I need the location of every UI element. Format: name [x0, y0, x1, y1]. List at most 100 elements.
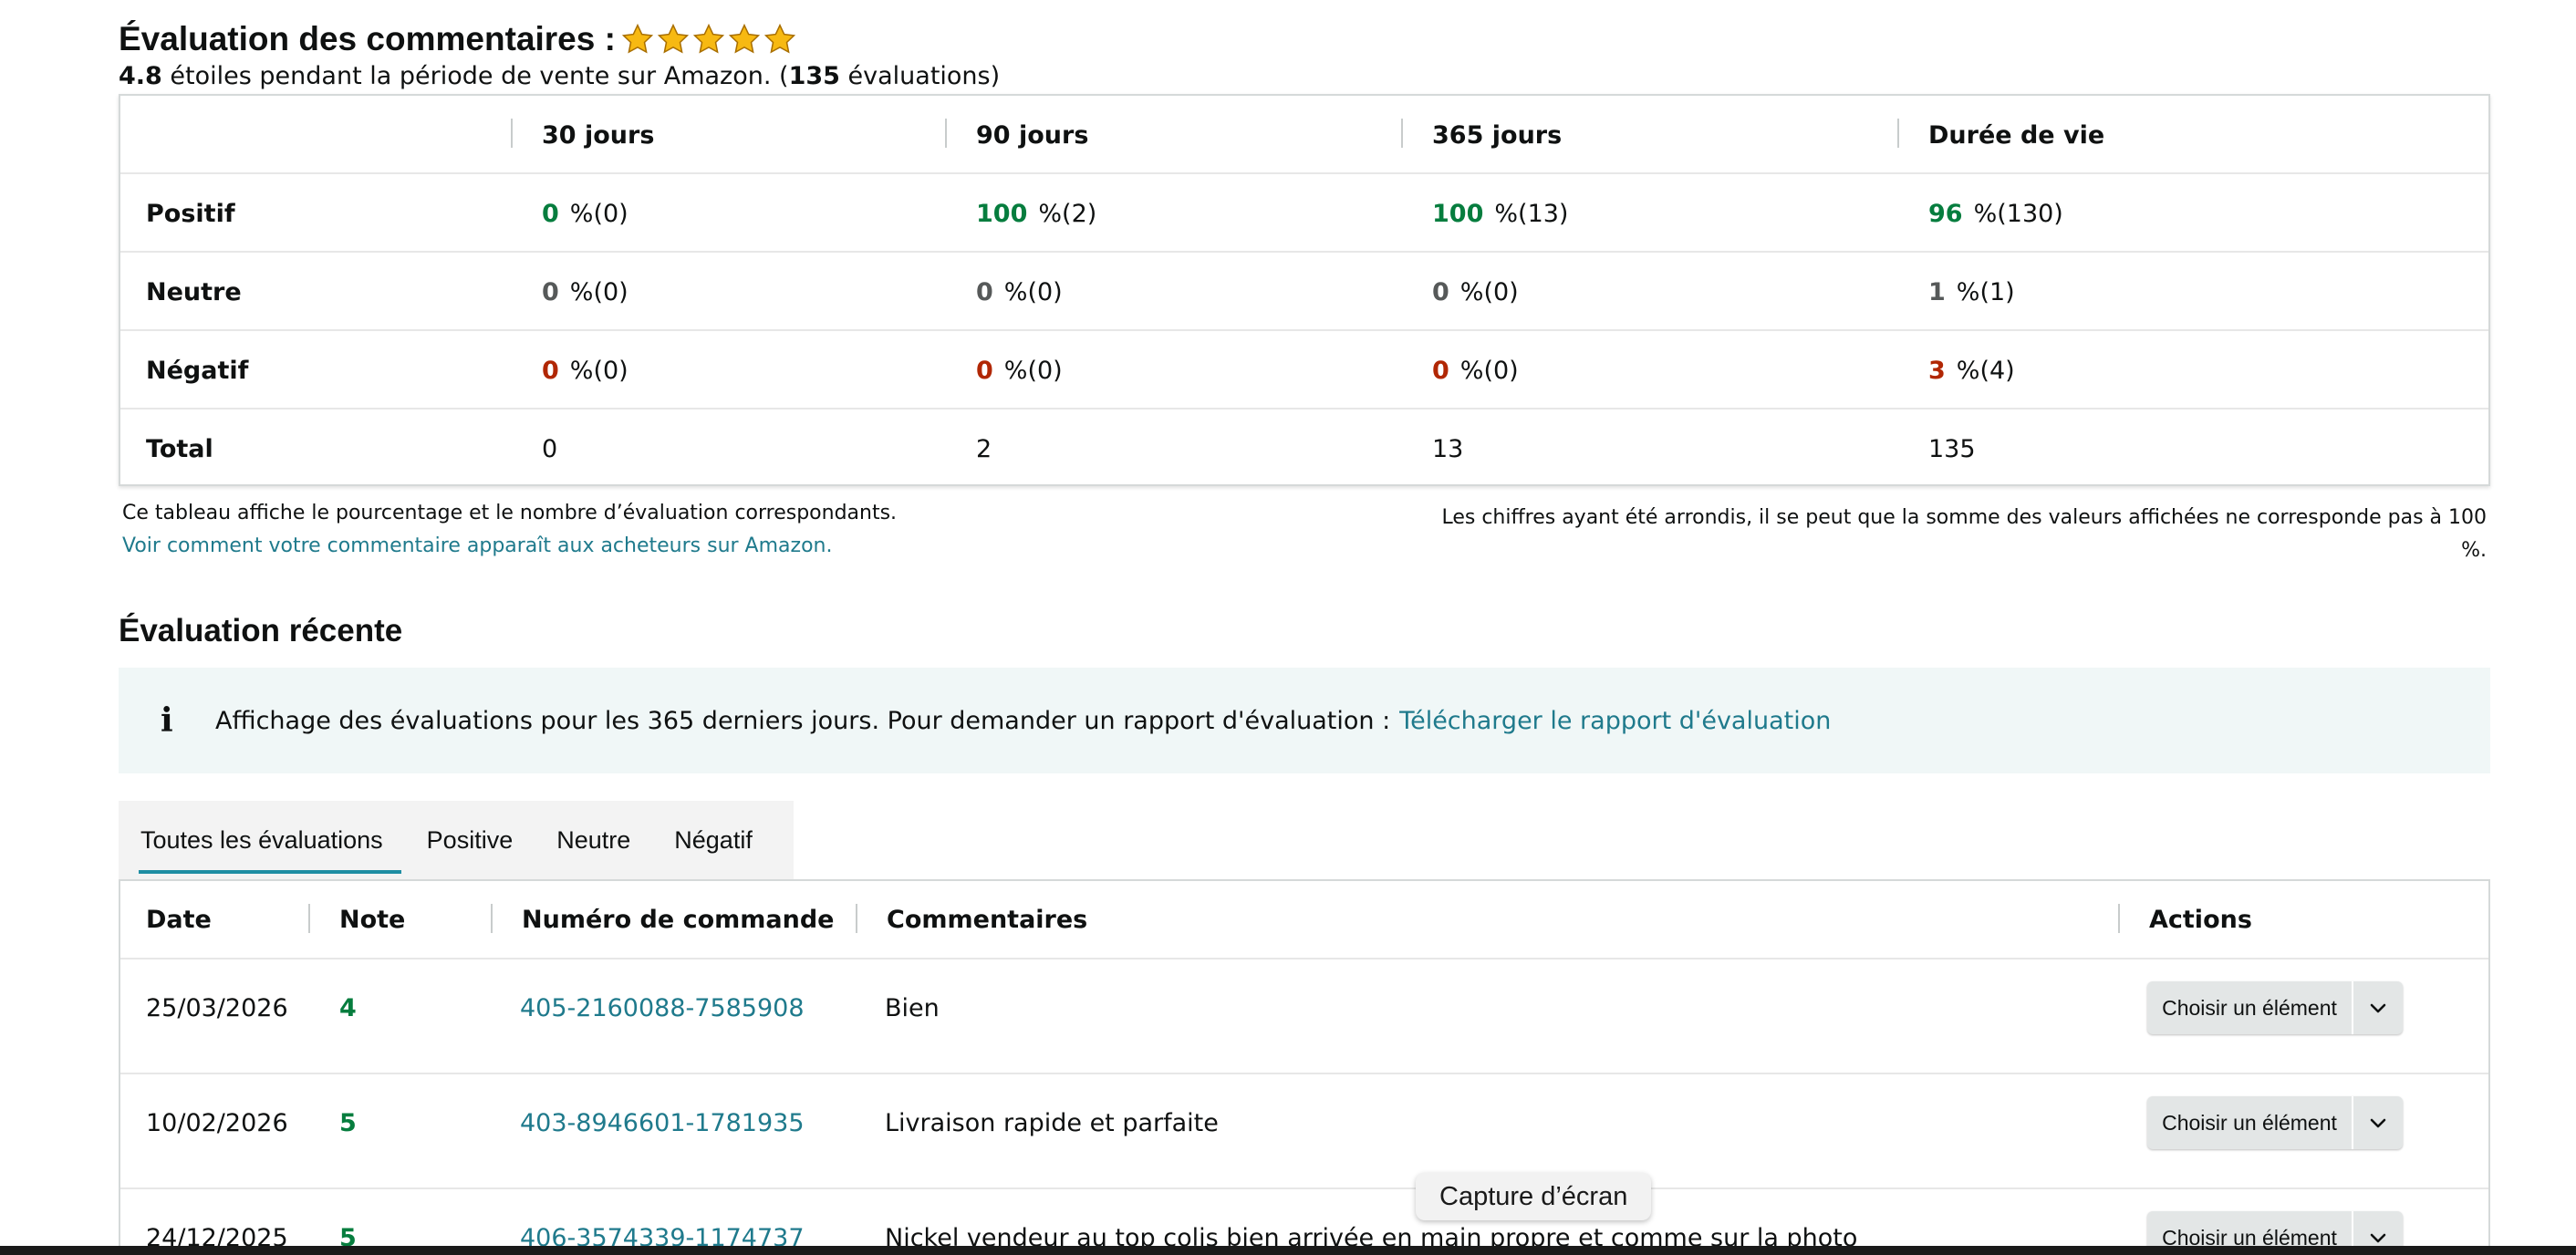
summary-percent: 100 — [1432, 199, 1484, 228]
column-divider — [1401, 119, 1403, 148]
feedback-header-row: Date Note Numéro de commande Commentaire… — [120, 881, 2488, 959]
rounding-note: Les chiffres ayant été arrondis, il se p… — [1441, 506, 2487, 562]
screenshot-tooltip: Capture d’écran — [1416, 1173, 1652, 1220]
summary-percent: 0 — [542, 199, 559, 228]
column-divider — [491, 904, 493, 933]
star-icon — [657, 23, 690, 54]
feedback-comment: Bien — [885, 993, 940, 1022]
summary-count: %(0) — [569, 356, 628, 385]
choose-action-dropdown[interactable]: Choisir un élément — [2147, 981, 2403, 1034]
feedback-summary-table: 30 jours 90 jours 365 jours Durée de vie… — [119, 94, 2490, 486]
summary-cell: 0 — [542, 434, 558, 463]
info-alert: i Affichage des évaluations pour les 365… — [119, 668, 2490, 773]
summary-row-total: Total 0 2 13 135 — [120, 410, 2488, 488]
star-icon — [692, 23, 725, 54]
recent-feedback-title: Évaluation récente — [119, 613, 403, 648]
summary-cell: 100 %(2) — [976, 174, 1096, 253]
star-icon — [728, 23, 761, 54]
column-divider — [308, 904, 310, 933]
rating-value: 4.8 — [119, 62, 162, 90]
summary-cell: 96 %(130) — [1928, 174, 2063, 253]
summary-percent: 3 — [1928, 356, 1946, 385]
summary-count: %(0) — [1459, 277, 1519, 306]
star-icon — [621, 23, 654, 54]
tab-all[interactable]: Toutes les évaluations — [119, 801, 405, 879]
order-number-link-cell: 405-2160088-7585908 — [520, 959, 805, 1056]
summary-cell: 0 %(0) — [542, 331, 628, 410]
summary-percent: 96 — [1928, 199, 1963, 228]
tab-negative[interactable]: Négatif — [652, 801, 774, 879]
summary-col-30: 30 jours — [542, 120, 655, 150]
tab-neutral[interactable]: Neutre — [535, 801, 652, 879]
feedback-comment-cell: Bien — [885, 959, 940, 1056]
header-comments: Commentaires — [887, 905, 1088, 934]
summary-cell: 0 %(0) — [976, 253, 1063, 331]
summary-count: %(0) — [1459, 356, 1519, 385]
summary-count: %(13) — [1494, 199, 1569, 228]
column-divider — [856, 904, 857, 933]
summary-percent: 0 — [976, 277, 993, 306]
summary-cell: 13 — [1432, 434, 1464, 463]
choose-action-dropdown[interactable]: Choisir un élément — [2147, 1096, 2403, 1149]
summary-count: %(0) — [1003, 277, 1063, 306]
feedback-row: 10/02/2026 5 403-8946601-1781935 Livraison … — [120, 1074, 2488, 1189]
summary-count: %(0) — [569, 199, 628, 228]
summary-percent: 1 — [1928, 277, 1946, 306]
summary-cell: 3 %(4) — [1928, 331, 2015, 410]
tab-positive[interactable]: Positive — [405, 801, 535, 879]
summary-percent: 0 — [976, 356, 993, 385]
summary-row-neutral: Neutre 0 %(0) 0 %(0) 0 %(0) 1 %(1) — [120, 253, 2488, 331]
summary-cell: 0 %(0) — [1432, 331, 1519, 410]
summary-count: %(130) — [1973, 199, 2063, 228]
header-note: Note — [339, 905, 406, 934]
summary-cell: 100 %(13) — [1432, 174, 1568, 253]
summary-percent: 100 — [976, 199, 1028, 228]
download-report-link[interactable]: Télécharger le rapport d'évaluation — [1399, 707, 1831, 735]
column-divider — [511, 119, 513, 148]
rating-summary: 4.8 étoiles pendant la période de vente … — [119, 62, 1000, 90]
header-order: Numéro de commande — [522, 905, 835, 934]
bottom-edge — [0, 1246, 2576, 1255]
summary-col-lifetime: Durée de vie — [1928, 120, 2105, 150]
summary-count: %(0) — [569, 277, 628, 306]
chevron-down-icon[interactable] — [2353, 1112, 2403, 1134]
summary-count: %(4) — [1956, 356, 2015, 385]
summary-cell: 2 — [976, 434, 992, 463]
summary-count: %(0) — [1003, 356, 1063, 385]
buyer-view-link[interactable]: Voir comment votre commentaire apparaît … — [122, 534, 832, 557]
summary-percent: 0 — [542, 277, 559, 306]
feedback-list-table: Date Note Numéro de commande Commentaire… — [119, 879, 2490, 1255]
column-divider — [2118, 904, 2120, 933]
chevron-down-icon[interactable] — [2353, 997, 2403, 1019]
reviews-suffix: évaluations) — [839, 62, 1001, 90]
summary-cell: 135 — [1928, 434, 1976, 463]
summary-percent: 0 — [542, 356, 559, 385]
feedback-note-cell: 4 — [339, 959, 357, 1056]
header-actions: Actions — [2149, 905, 2252, 934]
summary-count: %(2) — [1038, 199, 1097, 228]
info-message: Affichage des évaluations pour les 365 d… — [215, 707, 1831, 735]
feedback-note: 4 — [339, 993, 357, 1022]
feedback-tabs: Toutes les évaluations Positive Neutre N… — [119, 801, 794, 879]
action-label: Choisir un élément — [2162, 995, 2337, 1020]
feedback-date: 10/02/2026 — [146, 1108, 288, 1137]
summary-percent: 0 — [1432, 277, 1449, 306]
column-divider — [1897, 119, 1899, 148]
order-number-link[interactable]: 405-2160088-7585908 — [520, 994, 805, 1022]
feedback-note: 5 — [339, 1108, 357, 1137]
summary-row-label: Négatif — [146, 356, 249, 385]
feedback-row: 25/03/2026 4 405-2160088-7585908 Bien Choisi… — [120, 959, 2488, 1074]
info-text: Affichage des évaluations pour les 365 d… — [215, 706, 1391, 735]
page-title: Évaluation des commentaires : — [119, 20, 616, 57]
order-number-link[interactable]: 403-8946601-1781935 — [520, 1109, 805, 1137]
summary-col-90: 90 jours — [976, 120, 1089, 150]
feedback-comment-cell: Livraison rapide et parfaite — [885, 1074, 1219, 1171]
header-date: Date — [146, 905, 212, 934]
order-number-link-cell: 403-8946601-1781935 — [520, 1074, 805, 1171]
star-icon — [763, 23, 796, 54]
column-divider — [945, 119, 947, 148]
feedback-note-cell: 5 — [339, 1074, 357, 1171]
rating-text: étoiles pendant la période de vente sur … — [161, 62, 789, 90]
summary-row-label: Total — [146, 434, 213, 463]
feedback-rating-header: Évaluation des commentaires : — [119, 20, 799, 58]
